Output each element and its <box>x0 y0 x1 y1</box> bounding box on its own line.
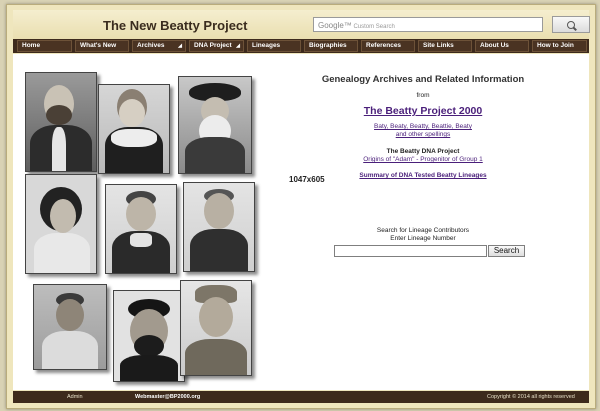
from-label: from <box>416 92 430 99</box>
nav-label: DNA Project <box>194 42 232 49</box>
image-dimensions: 1047x605 <box>289 175 325 184</box>
search-icon <box>567 20 575 29</box>
nav-biographies[interactable]: Biographies <box>304 40 358 52</box>
site-title: The New Beatty Project <box>103 18 248 33</box>
portrait-photo <box>113 290 185 382</box>
lineage-number-label: Enter Lineage Number <box>390 235 456 242</box>
nav-label: Biographies <box>309 42 347 49</box>
portrait-photo <box>178 76 252 174</box>
main-content: Genealogy Archives and Related Informati… <box>13 54 589 390</box>
nav-label: Site Links <box>423 42 454 49</box>
dna-summary-link[interactable]: Summary of DNA Tested Beatty Lineages <box>359 172 486 179</box>
nav-label: Home <box>22 42 41 49</box>
portrait-photo <box>33 284 107 370</box>
nav-label: What's New <box>80 42 117 49</box>
spellings-link[interactable]: Baty, Beaty, Beatty, Beattie, Beaty <box>374 123 472 130</box>
portrait-photo <box>98 84 170 174</box>
nav-dna-project[interactable]: DNA Project ◢ <box>189 40 244 52</box>
google-logo: Google™ <box>318 21 352 30</box>
portrait-photo <box>25 174 97 274</box>
site-search-button[interactable] <box>552 16 590 33</box>
site-search-input[interactable]: Google™ Custom Search <box>313 17 543 32</box>
search-placeholder: Custom Search <box>353 24 395 30</box>
nav-label: Lineages <box>252 42 281 49</box>
nav-label: About Us <box>480 42 509 49</box>
spellings-link-line2[interactable]: and other spellings <box>396 131 451 138</box>
nav-site-links[interactable]: Site Links <box>418 40 472 52</box>
nav-whats-new[interactable]: What's New <box>75 40 129 52</box>
lineage-number-input[interactable] <box>334 245 487 257</box>
lineage-search-button[interactable]: Search <box>488 245 525 257</box>
origins-adam-link[interactable]: Origins of "Adam" - Progenitor of Group … <box>363 156 483 163</box>
site-header: The New Beatty Project Google™ Custom Se… <box>13 10 590 40</box>
nav-label: References <box>366 42 402 49</box>
portrait-photo <box>25 72 97 172</box>
portrait-photo <box>105 184 177 274</box>
nav-how-to-join[interactable]: How to Join <box>532 40 587 52</box>
portrait-photo <box>180 280 252 376</box>
page-heading: Genealogy Archives and Related Informati… <box>321 74 525 85</box>
admin-link[interactable]: Admin <box>67 391 83 403</box>
nav-lineages[interactable]: Lineages <box>247 40 301 52</box>
nav-about-us[interactable]: About Us <box>475 40 529 52</box>
dropdown-arrow-icon: ◢ <box>236 43 240 49</box>
webmaster-link[interactable]: Webmaster@BP2000.org <box>135 391 200 403</box>
dropdown-arrow-icon: ◢ <box>178 43 182 49</box>
main-nav: Home What's New Archives ◢ DNA Project ◢ L… <box>13 39 589 53</box>
page-frame: The New Beatty Project Google™ Custom Se… <box>6 4 596 409</box>
nav-home[interactable]: Home <box>17 40 72 52</box>
nav-archives[interactable]: Archives ◢ <box>132 40 186 52</box>
dna-project-title: The Beatty DNA Project <box>386 148 460 155</box>
site-footer: Admin Webmaster@BP2000.org Copyright © 2… <box>13 391 589 403</box>
portrait-photo <box>183 182 255 272</box>
lineage-search-label: Search for Lineage Contributors <box>376 227 470 234</box>
nav-references[interactable]: References <box>361 40 415 52</box>
nav-label: Archives <box>137 42 165 49</box>
nav-label: How to Join <box>537 42 574 49</box>
copyright-text: Copyright © 2014 all rights reserved <box>487 394 575 400</box>
beatty-project-link[interactable]: The Beatty Project 2000 <box>364 105 482 117</box>
